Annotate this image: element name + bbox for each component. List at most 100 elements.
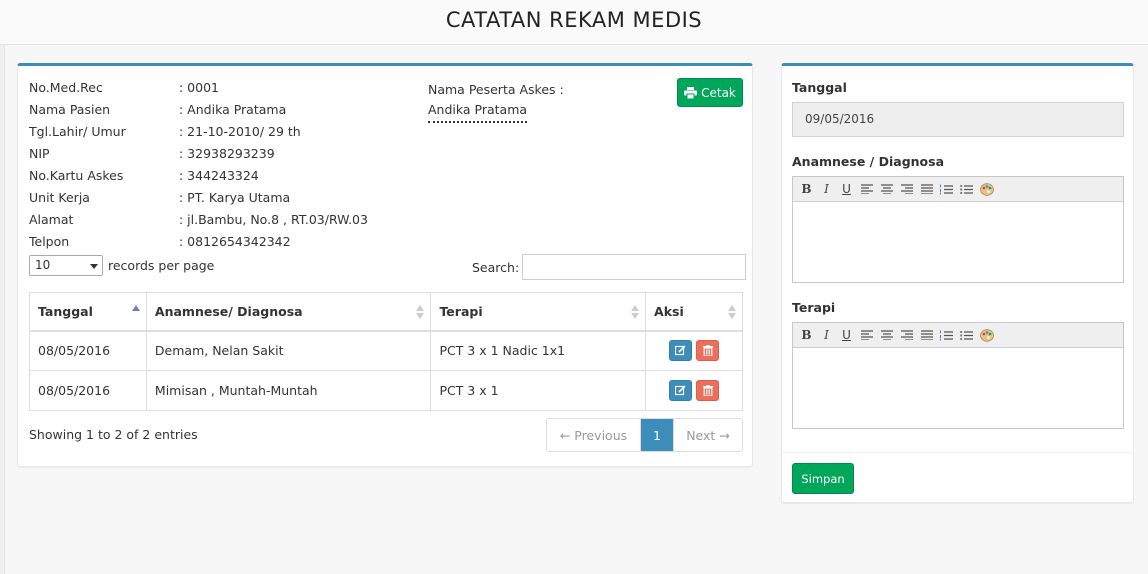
bold-icon[interactable]: B	[798, 327, 815, 344]
align-left-icon[interactable]	[858, 181, 875, 198]
info-label: Alamat	[29, 212, 74, 227]
print-icon	[684, 86, 698, 99]
cell-aksi	[645, 330, 743, 371]
info-value: : jl.Bambu, No.8 , RT.03/RW.03	[179, 212, 368, 227]
print-button-label: Cetak	[701, 85, 736, 100]
page-length-value: 10	[35, 258, 51, 272]
align-justify-icon[interactable]	[918, 181, 935, 198]
save-button[interactable]: Simpan	[792, 463, 854, 494]
cell-tanggal: 08/05/2016	[29, 370, 147, 411]
column-header-aksi[interactable]: Aksi	[645, 292, 743, 332]
record-form-panel: Tanggal 09/05/2016 Anamnese / Diagnosa B…	[781, 63, 1134, 503]
page-length-select[interactable]: 10	[29, 255, 103, 276]
info-value: : 32938293239	[179, 146, 275, 161]
info-label: Nama Pasien	[29, 102, 111, 117]
info-label: No.Kartu Askes	[29, 168, 124, 183]
entries-info: Showing 1 to 2 of 2 entries	[29, 427, 198, 442]
align-center-icon[interactable]	[878, 327, 895, 344]
info-label: NIP	[29, 146, 50, 161]
info-value: : 0812654342342	[179, 234, 291, 249]
askes-label: Nama Peserta Askes :	[428, 82, 564, 97]
diagnosa-editor: B I U	[792, 176, 1124, 283]
delete-button[interactable]	[696, 380, 720, 401]
print-button[interactable]: Cetak	[677, 78, 743, 107]
askes-info: Nama Peserta Askes : Andika Pratama	[428, 80, 564, 123]
editor-toolbar: B I U	[793, 323, 1123, 348]
diagnosa-label: Anamnese / Diagnosa	[792, 154, 945, 169]
align-right-icon[interactable]	[898, 181, 915, 198]
ordered-list-icon[interactable]	[938, 181, 955, 198]
search-control: Search:	[472, 254, 747, 280]
terapi-label: Terapi	[792, 300, 836, 315]
column-header-tanggal[interactable]: Tanggal	[29, 292, 147, 332]
info-value: : PT. Karya Utama	[179, 190, 291, 205]
page-title: CATATAN REKAM MEDIS	[445, 8, 703, 32]
edit-button[interactable]	[669, 340, 693, 362]
next-page-button[interactable]: Next →	[674, 419, 742, 451]
cell-tanggal: 08/05/2016	[29, 330, 147, 371]
column-header-terapi[interactable]: Terapi	[430, 292, 647, 332]
info-value: : 21-10-2010/ 29 th	[179, 124, 301, 139]
cell-diagnosa: Demam, Nelan Sakit	[145, 330, 432, 371]
italic-icon[interactable]: I	[818, 181, 835, 198]
color-palette-icon[interactable]	[978, 327, 995, 344]
form-divider	[782, 452, 1133, 453]
cell-diagnosa: Mimisan , Muntah-Muntah	[145, 370, 432, 411]
delete-button[interactable]	[696, 340, 720, 362]
search-label: Search:	[472, 259, 520, 275]
underline-icon[interactable]: U	[838, 327, 855, 344]
info-label: Telpon	[29, 234, 70, 249]
header-bar: CATATAN REKAM MEDIS	[0, 0, 1148, 45]
tanggal-label: Tanggal	[792, 80, 847, 95]
diagnosa-textarea[interactable]	[793, 202, 1123, 282]
edit-button[interactable]	[669, 380, 693, 401]
edit-icon	[675, 385, 686, 396]
records-per-page-label: records per page	[108, 258, 215, 273]
color-palette-icon[interactable]	[978, 181, 995, 198]
sort-icon	[728, 305, 736, 319]
chevron-down-icon	[90, 264, 98, 269]
previous-page-button[interactable]: ← Previous	[547, 419, 641, 451]
sort-icon	[416, 305, 425, 319]
align-center-icon[interactable]	[878, 181, 895, 198]
info-value: : 344243324	[179, 168, 259, 183]
sidebar-edge	[0, 45, 5, 574]
terapi-editor: B I U	[792, 322, 1124, 429]
info-label: Unit Kerja	[29, 190, 90, 205]
align-left-icon[interactable]	[858, 327, 875, 344]
info-value: : Andika Pratama	[179, 102, 287, 117]
cell-terapi: PCT 3 x 1	[430, 370, 647, 411]
align-justify-icon[interactable]	[918, 327, 935, 344]
ordered-list-icon[interactable]	[938, 327, 955, 344]
column-header-diagnosa[interactable]: Anamnese/ Diagnosa	[145, 292, 432, 332]
records-per-page-control: 10 records per page	[29, 255, 214, 276]
unordered-list-icon[interactable]	[958, 327, 975, 344]
trash-icon	[702, 385, 713, 396]
patient-record-panel: No.Med.Rec : 0001 Nama Pasien : Andika P…	[17, 63, 753, 467]
edit-icon	[675, 345, 686, 356]
unordered-list-icon[interactable]	[958, 181, 975, 198]
info-label: No.Med.Rec	[29, 80, 103, 95]
trash-icon	[702, 345, 713, 357]
align-right-icon[interactable]	[898, 327, 915, 344]
cell-terapi: PCT 3 x 1 Nadic 1x1	[430, 330, 647, 371]
info-label: Tgl.Lahir/ Umur	[29, 124, 126, 139]
sort-icon	[631, 305, 640, 319]
table-row: 08/05/2016 Mimisan , Muntah-Muntah PCT 3…	[29, 370, 743, 411]
askes-name: Andika Pratama	[428, 100, 528, 123]
records-table: Tanggal Anamnese/ Diagnosa Terapi Aksi 0…	[29, 292, 743, 411]
sort-asc-icon	[131, 305, 140, 319]
underline-icon[interactable]: U	[838, 181, 855, 198]
tanggal-field[interactable]: 09/05/2016	[792, 102, 1124, 137]
terapi-textarea[interactable]	[793, 348, 1123, 428]
editor-toolbar: B I U	[793, 177, 1123, 202]
table-header-row: Tanggal Anamnese/ Diagnosa Terapi Aksi	[29, 292, 743, 332]
page-1-button[interactable]: 1	[641, 419, 674, 451]
bold-icon[interactable]: B	[798, 181, 815, 198]
cell-aksi	[645, 370, 743, 411]
info-value: : 0001	[179, 80, 219, 95]
search-input[interactable]	[522, 254, 747, 280]
italic-icon[interactable]: I	[818, 327, 835, 344]
pagination: ← Previous 1 Next →	[546, 418, 743, 452]
table-row: 08/05/2016 Demam, Nelan Sakit PCT 3 x 1 …	[29, 330, 743, 371]
